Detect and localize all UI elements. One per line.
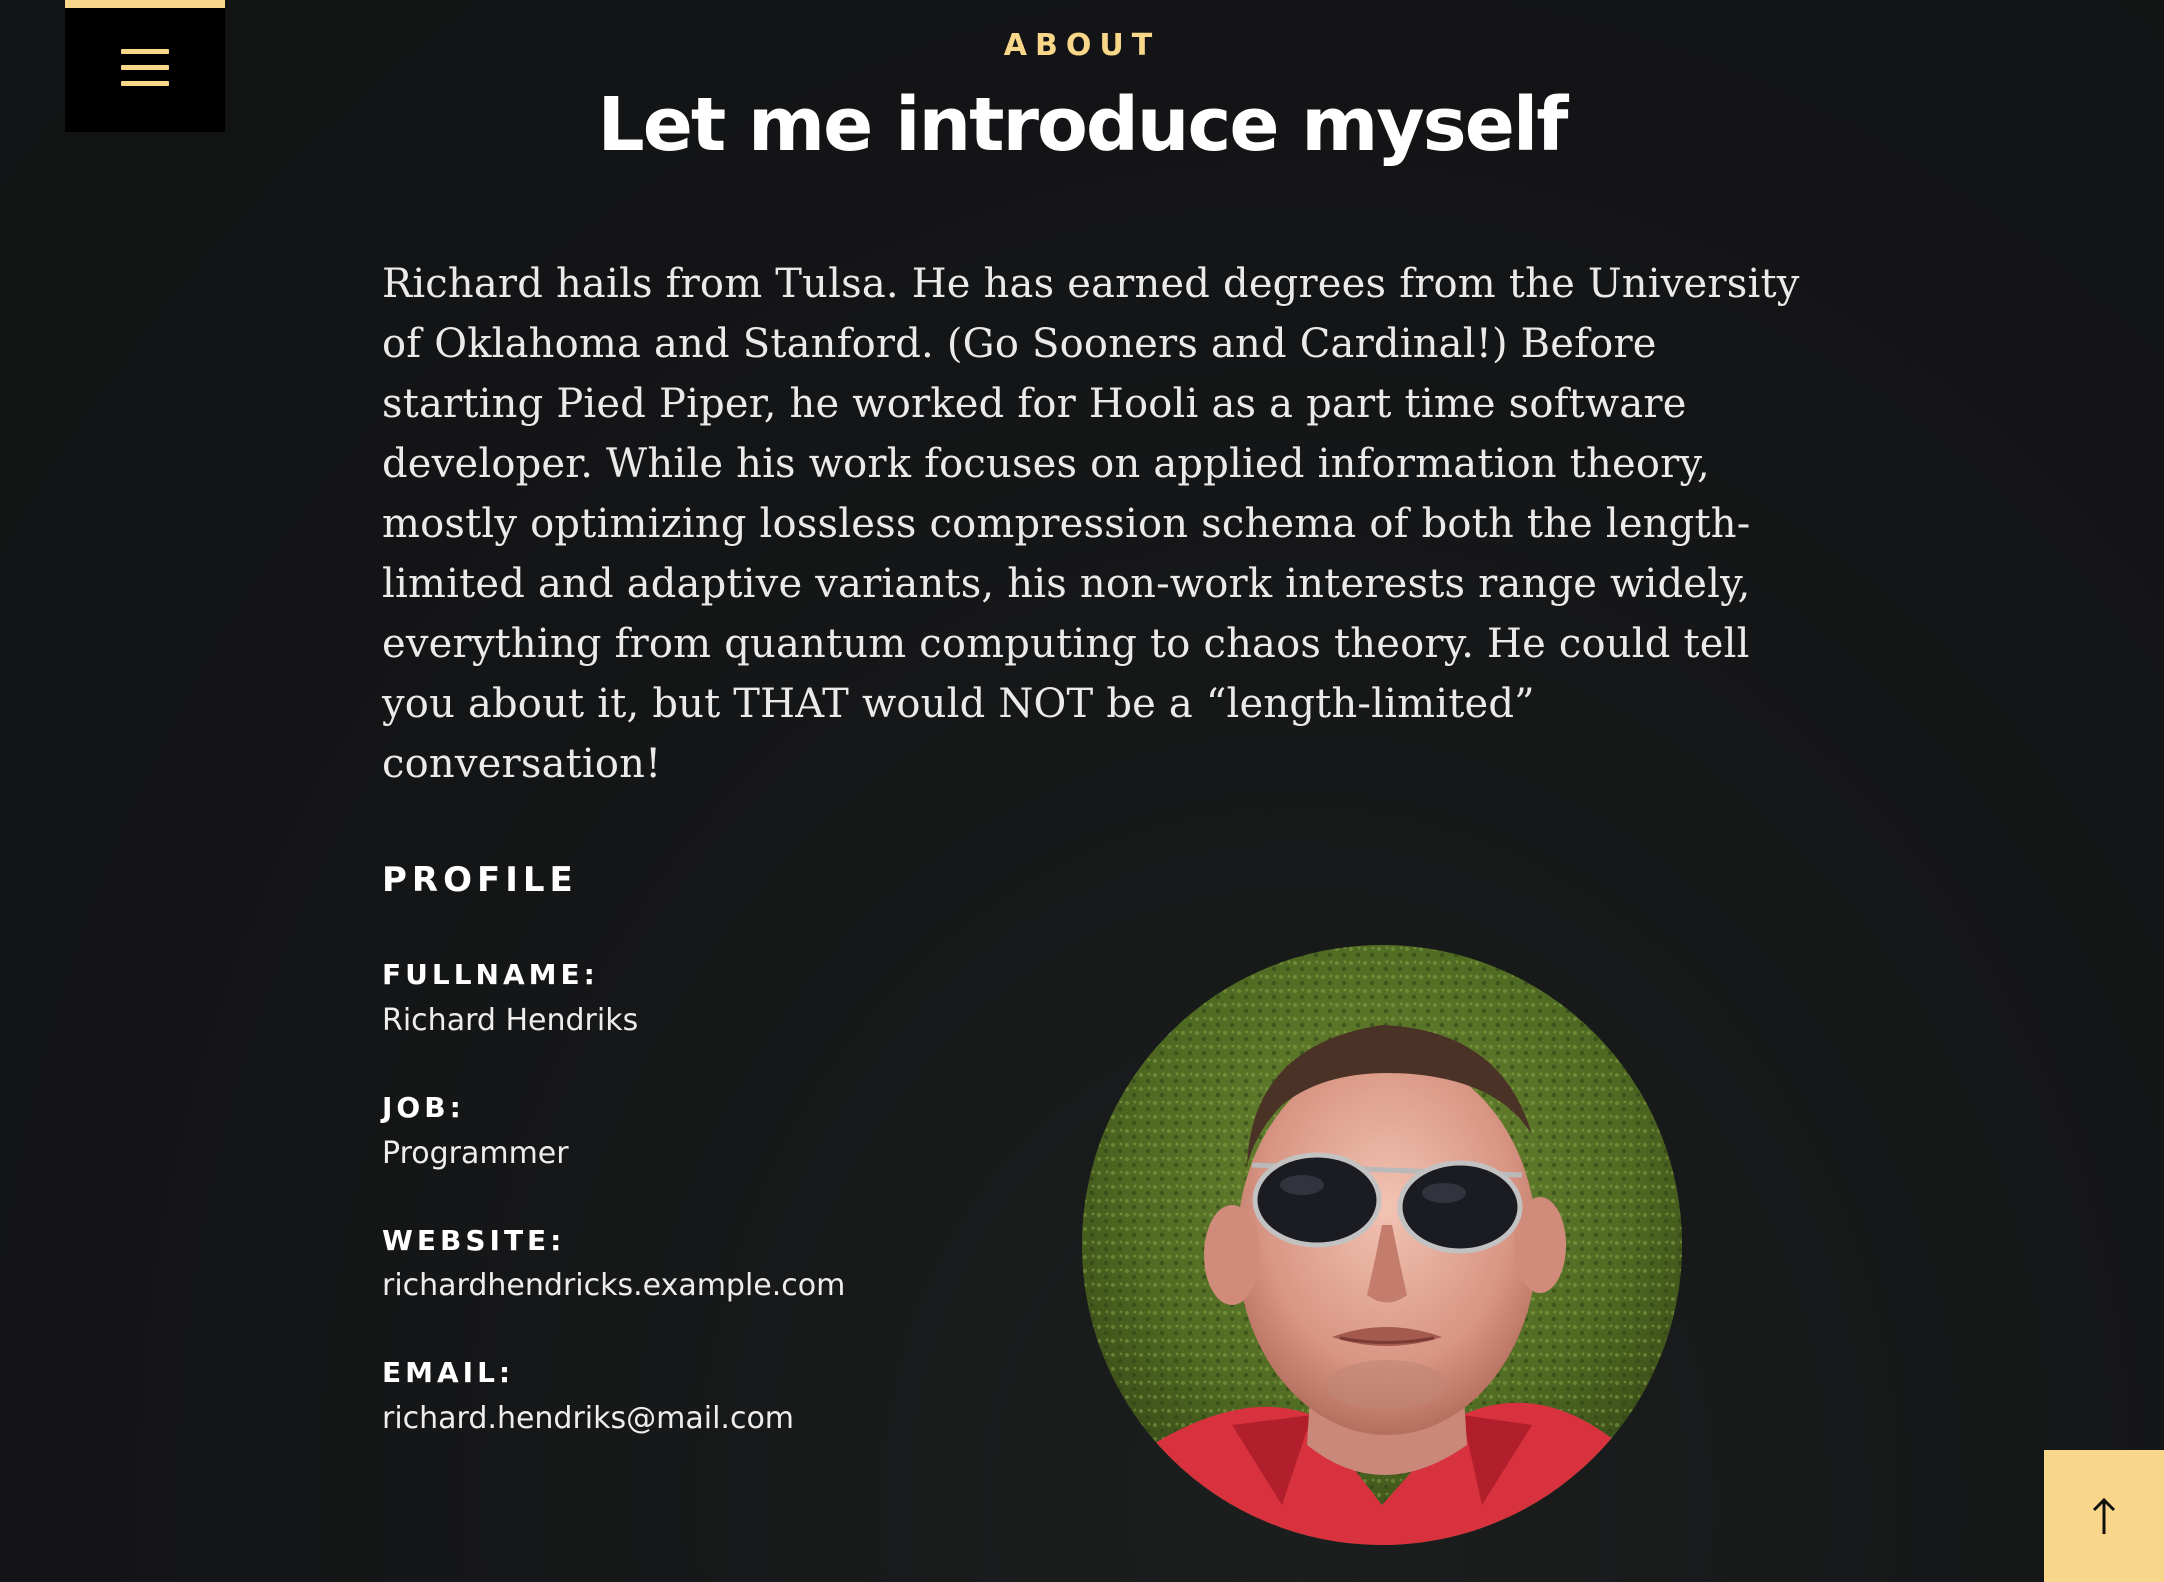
back-to-top-button[interactable] xyxy=(2044,1450,2164,1582)
fullname-value: Richard Hendriks xyxy=(382,1003,639,1038)
email-value[interactable]: richard.hendriks@mail.com xyxy=(382,1401,794,1436)
profile-photo-illustration xyxy=(1082,945,1682,1545)
website-label: WEBSITE: xyxy=(382,1224,566,1257)
job-value: Programmer xyxy=(382,1136,569,1171)
fullname-label: FULLNAME: xyxy=(382,958,599,991)
email-label: EMAIL: xyxy=(382,1356,515,1389)
section-label: ABOUT xyxy=(1003,28,1161,63)
profile-photo xyxy=(1082,945,1682,1545)
page-title: Let me introduce myself xyxy=(597,82,1569,168)
profile-heading: PROFILE xyxy=(382,860,578,900)
intro-paragraph: Richard hails from Tulsa. He has earned … xyxy=(382,261,1800,787)
website-value[interactable]: richardhendricks.example.com xyxy=(382,1268,845,1303)
job-label: JOB: xyxy=(382,1091,465,1124)
arrow-up-icon xyxy=(2092,1497,2116,1534)
